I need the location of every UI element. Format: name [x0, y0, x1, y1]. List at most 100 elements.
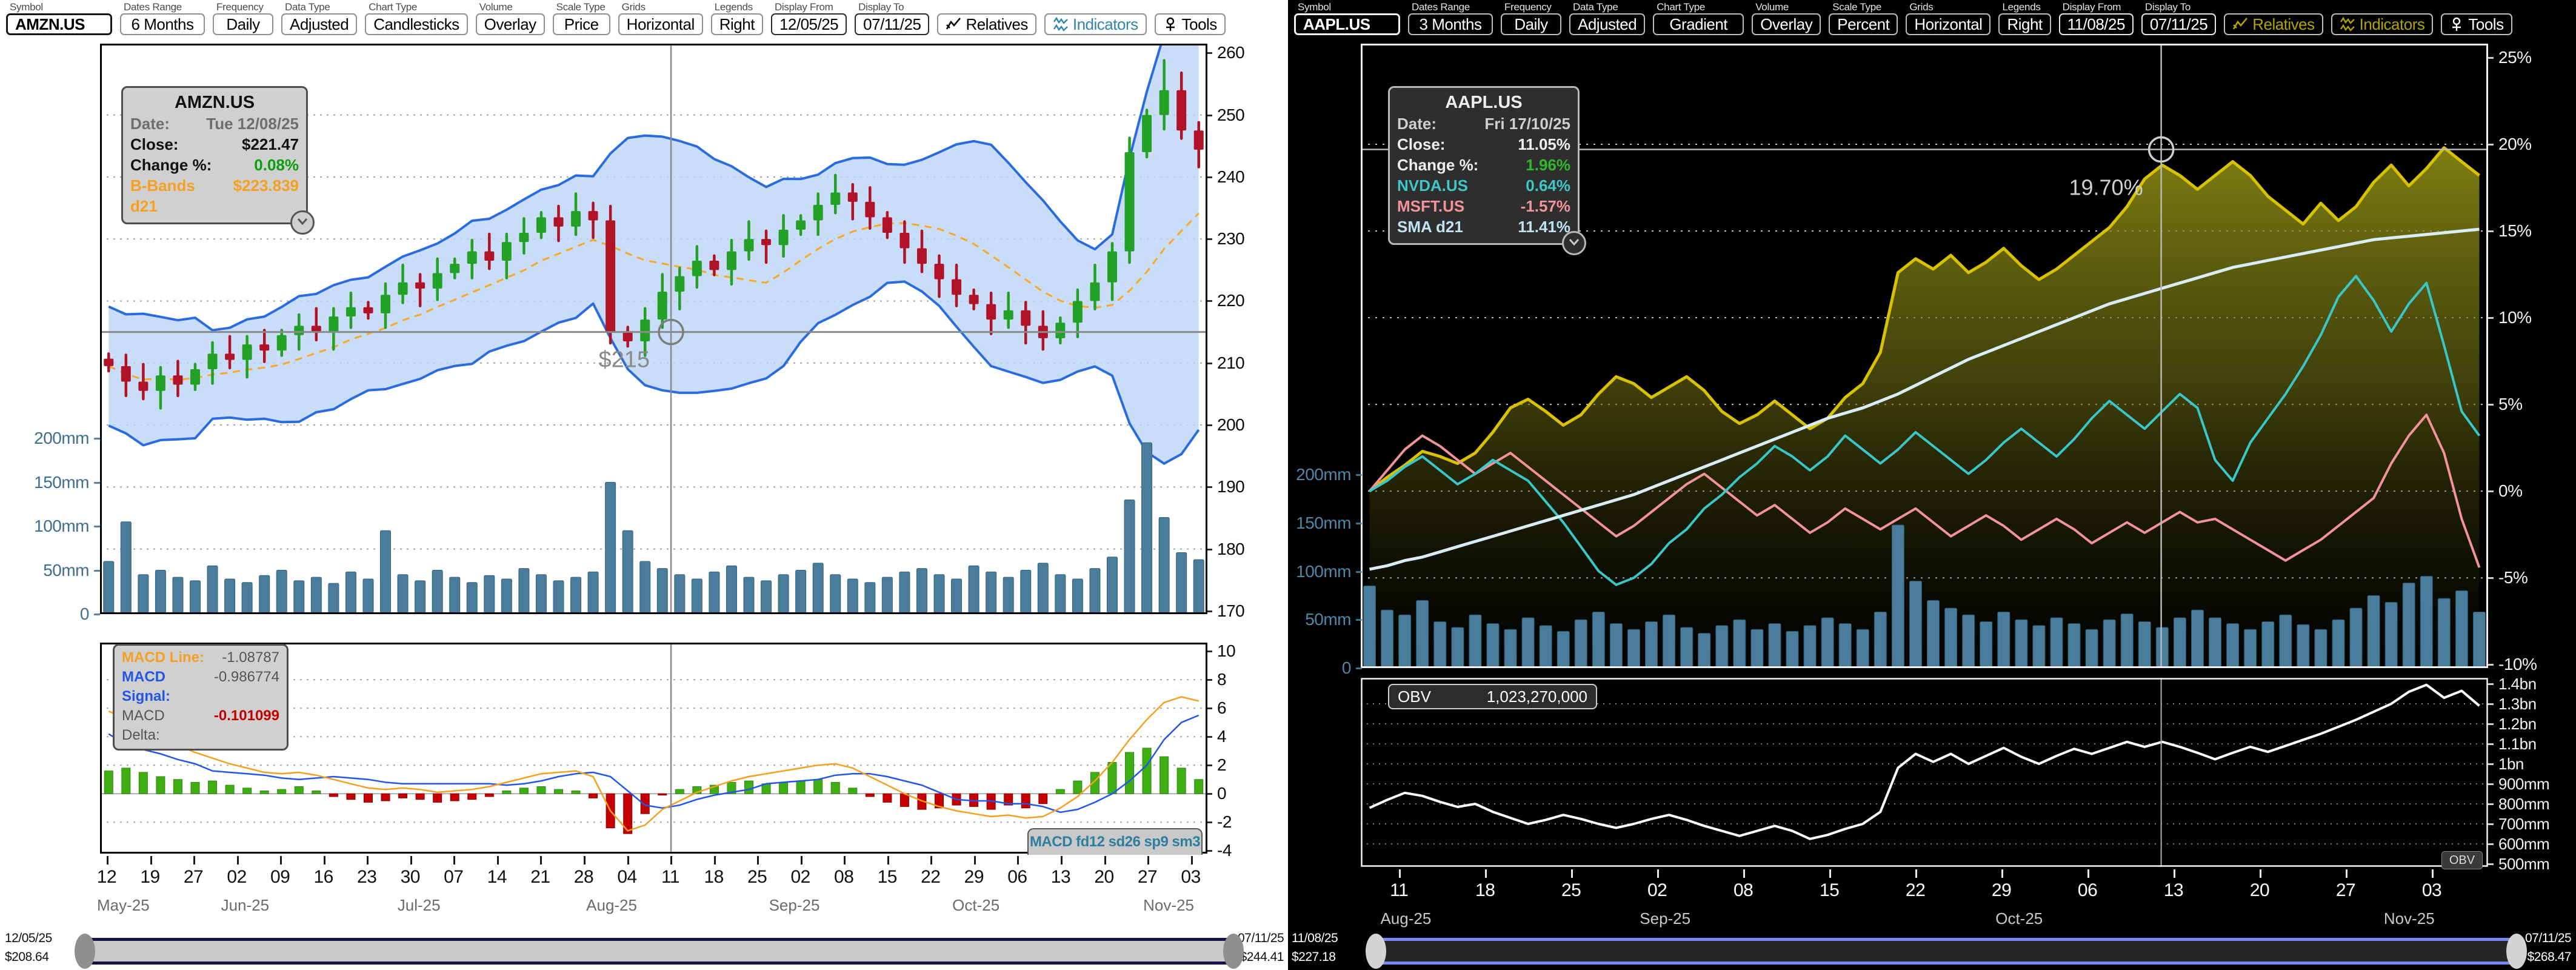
x-tick-mark [887, 856, 889, 865]
indicators-button[interactable]: Indicators [1044, 13, 1147, 35]
x-day-label: 29 [956, 867, 992, 888]
axis-tick-label: 200mm [1270, 465, 1353, 484]
volume-label: Volume [479, 2, 545, 13]
x-day-label: 02 [782, 867, 819, 888]
axis-tick-label: 1.3bn [2496, 694, 2569, 714]
display-to-input[interactable]: 07/11/25 [2141, 13, 2216, 35]
frequency-button[interactable]: Daily [1501, 13, 1561, 35]
x-day-label: 29 [1983, 880, 2020, 901]
symbol-control: Symbol AAPL.US [1294, 2, 1400, 35]
relatives-icon [2232, 16, 2248, 32]
tools-button[interactable]: Tools [1155, 13, 1226, 35]
axis-tick-label: 900mm [2496, 774, 2569, 794]
slider-handle-right[interactable] [2506, 934, 2527, 969]
x-month-label: May-25 [87, 896, 159, 915]
axis-tick-label: -2 [1215, 812, 1275, 832]
relatives-button[interactable]: Relatives [2224, 13, 2323, 35]
display-to-input[interactable]: 07/11/25 [855, 13, 929, 35]
legend-nvda-value: 0.64% [1526, 175, 1570, 196]
legend-bbands-value: $223.839 [233, 175, 299, 216]
axis-tick-label: 1.1bn [2496, 734, 2569, 754]
slider-from-value: $227.18 [1292, 949, 1335, 965]
left-toolbar: Symbol AMZN.US Dates Range 6 Months Freq… [0, 0, 1288, 40]
display-from-input[interactable]: 12/05/25 [771, 13, 847, 35]
x-tick-mark [2001, 869, 2003, 878]
x-day-label: 08 [1725, 880, 1761, 901]
x-day-label: 18 [696, 867, 732, 888]
display-from-label: Display From [775, 2, 847, 13]
x-day-label: 04 [609, 867, 646, 888]
volume-label: Volume [1755, 2, 1821, 13]
data-type-button[interactable]: Adjusted [1569, 13, 1645, 35]
frequency-label: Frequency [216, 2, 273, 13]
grids-button[interactable]: Horizontal [1906, 13, 1990, 35]
dates-range-control: Dates Range 3 Months [1408, 2, 1493, 35]
axis-tick-label: -10% [2496, 655, 2569, 674]
relatives-control: Relatives [2224, 2, 2323, 35]
axis-tick-label: 600mm [2496, 834, 2569, 854]
relatives-button[interactable]: Relatives [937, 13, 1036, 35]
legends-button[interactable]: Right [711, 13, 763, 35]
x-tick-mark [2260, 869, 2261, 878]
axis-tick-label: 50mm [11, 561, 92, 580]
scale-type-label: Scale Type [1832, 2, 1898, 13]
axis-tick-label: 4 [1215, 727, 1275, 746]
slider-to-date: 07/11/25 [1238, 931, 1284, 946]
display-from-label: Display From [2063, 2, 2134, 13]
slider-handle-right[interactable] [1223, 934, 1244, 969]
slider-handle-left[interactable] [75, 934, 95, 969]
grids-button[interactable]: Horizontal [618, 13, 703, 35]
x-day-label: 11 [652, 867, 689, 888]
scale-type-button[interactable]: Price [553, 13, 610, 35]
date-range-slider-track[interactable] [85, 938, 1233, 965]
axis-tick-label: 150mm [11, 473, 92, 492]
x-day-label: 12 [88, 867, 125, 888]
slider-from-date: 12/05/25 [5, 931, 52, 946]
axis-tick-label: 8 [1215, 670, 1275, 689]
axis-tick-label: 0% [2496, 481, 2569, 501]
x-day-label: 30 [392, 867, 429, 888]
obv-label: OBV [1398, 687, 1431, 706]
slider-to-date: 07/11/25 [2525, 931, 2571, 946]
legend-change-label: Change %: [130, 155, 212, 175]
x-day-label: 11 [1381, 880, 1417, 901]
indicators-button[interactable]: Indicators [2331, 13, 2434, 35]
legend-collapse-button[interactable] [290, 210, 315, 235]
x-day-label: 15 [1811, 880, 1847, 901]
tools-button[interactable]: Tools [2441, 13, 2512, 35]
data-type-button[interactable]: Adjusted [281, 13, 357, 35]
volume-button[interactable]: Overlay [476, 13, 545, 35]
date-range-slider-track[interactable] [1376, 938, 2517, 965]
chart-type-button[interactable]: Candlesticks [365, 13, 467, 35]
display-from-input[interactable]: 11/08/25 [2059, 13, 2134, 35]
volume-control: Volume Overlay [1752, 2, 1821, 35]
scale-type-control: Scale Type Percent [1829, 2, 1898, 35]
symbol-input[interactable]: AMZN.US [6, 13, 112, 35]
frequency-button[interactable]: Daily [213, 13, 273, 35]
obv-axis: 1.4bn1.3bn1.2bn1.1bn1bn900mm800mm700mm60… [2496, 678, 2569, 867]
x-tick-mark [1829, 869, 1831, 878]
slider-handle-left[interactable] [1366, 934, 1386, 969]
display-to-control: Display To 07/11/25 [2141, 2, 2216, 35]
legend-collapse-button[interactable] [1562, 231, 1586, 255]
macd-delta-value: -0.101099 [214, 706, 279, 745]
legends-button[interactable]: Right [1998, 13, 2050, 35]
legend-msft-label: MSFT.US [1397, 196, 1464, 216]
volume-button[interactable]: Overlay [1752, 13, 1821, 35]
axis-tick-label: 50mm [1270, 610, 1353, 629]
x-day-label: 23 [349, 867, 385, 888]
chart-type-button[interactable]: Gradient [1653, 13, 1744, 35]
axis-tick-label: 100mm [1270, 562, 1353, 581]
x-tick-mark [367, 856, 369, 865]
scale-type-label: Scale Type [556, 2, 610, 13]
chart-type-control: Chart Type Candlesticks [365, 2, 467, 35]
macd-signal-value: -0.986774 [214, 667, 279, 706]
dates-range-button[interactable]: 6 Months [120, 13, 205, 35]
dates-range-button[interactable]: 3 Months [1408, 13, 1493, 35]
x-tick-mark [974, 856, 976, 865]
scale-type-button[interactable]: Percent [1829, 13, 1898, 35]
legend-date-label: Date: [1397, 113, 1436, 134]
frequency-label: Frequency [1504, 2, 1561, 13]
x-tick-mark [150, 856, 152, 865]
symbol-input[interactable]: AAPL.US [1294, 13, 1400, 35]
